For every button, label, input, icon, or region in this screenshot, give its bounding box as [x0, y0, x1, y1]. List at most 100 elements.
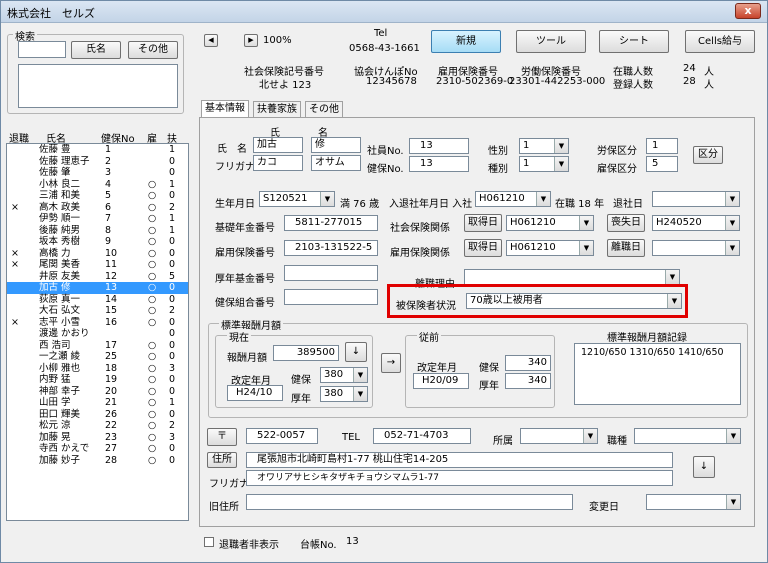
juzen-kosei-field[interactable]: 340	[505, 373, 551, 389]
search-results-area[interactable]	[18, 64, 178, 108]
list-item-name: 小林 良二	[39, 178, 81, 190]
jusho-down-button[interactable]: ↓	[693, 456, 715, 478]
kenpo-grade-select[interactable]: 380 ▼	[320, 367, 368, 383]
tab-other[interactable]: その他	[305, 101, 343, 117]
first-kana-field[interactable]: オサム	[311, 155, 361, 171]
shakai-date-select[interactable]: H061210 ▼	[506, 215, 594, 231]
koyo-kubun-field[interactable]: 5	[646, 156, 678, 172]
list-item[interactable]: 佐藤 肇 3 0	[7, 167, 188, 179]
jusho-field[interactable]: 尾張旭市北崎町島村1-77 桃山住宅14-205	[246, 452, 673, 468]
soshitsu-button[interactable]: 喪失日	[607, 214, 645, 232]
list-item[interactable]: 加古 修 13 ○ 0	[7, 282, 188, 294]
list-item[interactable]: 荻原 真一 14 ○ 0	[7, 294, 188, 306]
list-item-koyo: ○	[148, 431, 157, 443]
list-item[interactable]: 後藤 純男 8 ○ 1	[7, 225, 188, 237]
kiroku-area[interactable]: 1210/650 1310/650 1410/650	[574, 343, 741, 405]
list-item-koyo: ○	[148, 420, 157, 431]
shutoku-button[interactable]: 取得日	[464, 214, 502, 232]
close-button[interactable]: x	[735, 3, 761, 19]
employee-list[interactable]: 佐藤 豊 1 1 佐藤 理恵子 2 0 佐藤 肇 3 0 小林 良二 4 ○ 1 三浦 和美 5 ○ 0 × 高木 …	[6, 143, 189, 521]
juzen-kaitei-field[interactable]: H20/09	[413, 373, 469, 389]
kenpo-no-field[interactable]: 13	[409, 156, 469, 172]
list-item[interactable]: 坂本 秀樹 9 ○ 0	[7, 236, 188, 248]
koyo-no-field[interactable]: 2103-131522-5	[284, 240, 378, 256]
shutoku2-button[interactable]: 取得日	[464, 239, 502, 257]
list-item[interactable]: 田口 輝美 26 ○ 0	[7, 409, 188, 421]
list-item[interactable]: 神部 幸子 20 ○ 0	[7, 386, 188, 398]
age-text: 満 76 歳	[340, 199, 380, 210]
list-item-fuyo: 1	[169, 144, 176, 155]
list-item[interactable]: 井原 友美 12 ○ 5	[7, 271, 188, 283]
soshitsu-date-select[interactable]: H240520 ▼	[652, 215, 740, 231]
tool-button[interactable]: ツール	[516, 30, 586, 53]
juzen-kenpo-field[interactable]: 340	[505, 355, 551, 371]
shokushu-select[interactable]: ▼	[634, 428, 741, 444]
henko-select[interactable]: ▼	[646, 494, 741, 510]
kubun-button[interactable]: 区分	[693, 146, 723, 164]
list-item[interactable]: 内野 猛 19 ○ 0	[7, 374, 188, 386]
tab-basic[interactable]: 基本情報	[201, 100, 249, 118]
first-name-field[interactable]: 修	[311, 137, 361, 153]
list-item[interactable]: × 高木 政美 6 ○ 2	[7, 202, 188, 214]
rishoku-riyu-select[interactable]: ▼	[464, 269, 680, 285]
list-item-fuyo: 0	[169, 316, 176, 328]
list-item[interactable]: 小柳 雅也 18 ○ 3	[7, 363, 188, 375]
list-item[interactable]: 佐藤 豊 1 1	[7, 144, 188, 156]
hoshu-copy-button[interactable]: →	[381, 353, 401, 373]
kiroku-label: 標準報酬月額記録	[607, 333, 687, 344]
list-item[interactable]: 渡邊 かおり 0	[7, 328, 188, 340]
list-item[interactable]: × 尾関 美香 11 ○ 0	[7, 259, 188, 271]
name-search-button[interactable]: 氏名	[71, 41, 121, 59]
kosei-field[interactable]	[284, 265, 378, 281]
birth-select[interactable]: S120521 ▼	[259, 191, 335, 207]
nyusha-select[interactable]: H061210 ▼	[475, 191, 551, 207]
kaitei-field[interactable]: H24/10	[227, 385, 283, 401]
sheet-button[interactable]: シート	[599, 30, 669, 53]
next-button[interactable]: ▶	[244, 34, 258, 47]
list-item[interactable]: × 志平 小雪 16 ○ 0	[7, 317, 188, 329]
list-item[interactable]: 山田 学 21 ○ 1	[7, 397, 188, 409]
zip-button[interactable]: 〒	[207, 428, 237, 446]
last-kana-field[interactable]: カコ	[253, 155, 303, 171]
kosei-grade-select[interactable]: 380 ▼	[320, 386, 368, 402]
shubetsu-select[interactable]: 1 ▼	[519, 156, 569, 172]
list-item[interactable]: 加藤 妙子 28 ○ 0	[7, 455, 188, 467]
rishoku-date-select[interactable]: ▼	[652, 240, 740, 256]
list-item[interactable]: 小林 良二 4 ○ 1	[7, 179, 188, 191]
jusho-kana-field[interactable]: オワリアサヒシキタザキチョウシマムラ1-77	[246, 470, 673, 486]
list-item[interactable]: 伊勢 順一 7 ○ 1	[7, 213, 188, 225]
list-item[interactable]: 佐藤 理恵子 2 0	[7, 156, 188, 168]
new-button[interactable]: 新規	[431, 30, 501, 53]
rishoku-button[interactable]: 離職日	[607, 239, 645, 257]
seibetsu-select[interactable]: 1 ▼	[519, 138, 569, 154]
tel-field[interactable]: 052-71-4703	[373, 428, 471, 444]
zip-field[interactable]: 522-0057	[246, 428, 318, 444]
kyu-jusho-field[interactable]	[246, 494, 573, 510]
prev-button[interactable]: ◀	[204, 34, 218, 47]
shozoku-select[interactable]: ▼	[520, 428, 598, 444]
taishoku-hidden-checkbox[interactable]	[204, 537, 214, 547]
list-item[interactable]: 三浦 和美 5 ○ 0	[7, 190, 188, 202]
cells-kyuyo-button[interactable]: Cells給与	[685, 30, 755, 53]
list-item[interactable]: 西 浩司 17 ○ 0	[7, 340, 188, 352]
list-item[interactable]: 一之瀬 綾 25 ○ 0	[7, 351, 188, 363]
last-name-field[interactable]: 加古	[253, 137, 303, 153]
jusho-button[interactable]: 住所	[207, 452, 237, 468]
list-item[interactable]: 松元 涼 22 ○ 2	[7, 420, 188, 432]
kiso-field[interactable]: 5811-277015	[284, 215, 378, 231]
rosai-field[interactable]: 1	[646, 138, 678, 154]
search-input[interactable]	[18, 41, 66, 58]
kenpo-kumiai-field[interactable]	[284, 289, 378, 305]
list-item[interactable]: 寺西 かえで 27 ○ 0	[7, 443, 188, 455]
list-item[interactable]: 大石 弘文 15 ○ 2	[7, 305, 188, 317]
taisha-select[interactable]: ▼	[652, 191, 740, 207]
list-item[interactable]: 加藤 晃 23 ○ 3	[7, 432, 188, 444]
hoshu-field[interactable]: 389500	[273, 345, 339, 361]
hihoken-select[interactable]: 70歳以上被用者 ▼	[466, 293, 682, 309]
other-search-button[interactable]: その他	[128, 41, 178, 59]
koyo-date-select[interactable]: H061210 ▼	[506, 240, 594, 256]
tab-family[interactable]: 扶養家族	[253, 101, 301, 117]
shain-no-field[interactable]: 13	[409, 138, 469, 154]
hoshu-down-button[interactable]: ↓	[345, 342, 367, 362]
list-item[interactable]: × 高橋 力 10 ○ 0	[7, 248, 188, 260]
